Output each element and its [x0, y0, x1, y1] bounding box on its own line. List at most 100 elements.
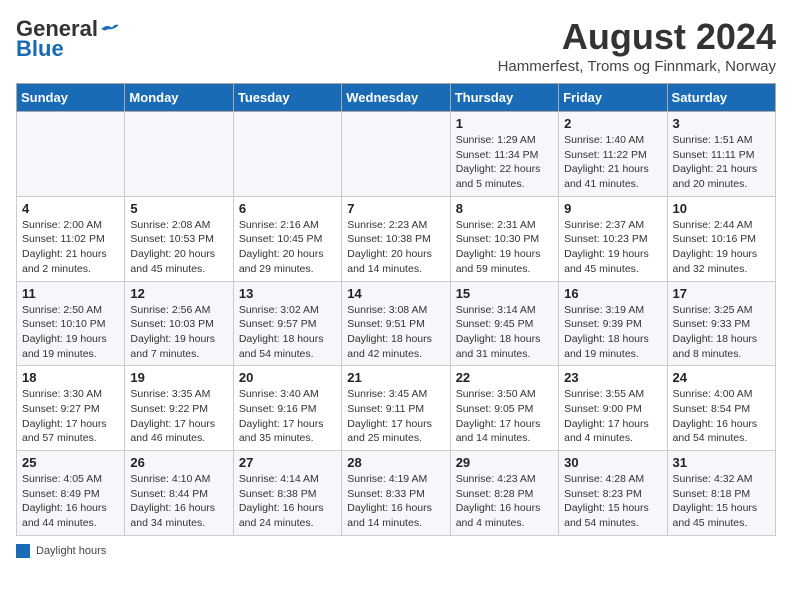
- logo: General Blue: [16, 16, 120, 62]
- week-row-4: 18 Sunrise: 3:30 AM Sunset: 9:27 PM Dayli…: [17, 366, 776, 451]
- day-info: Sunrise: 4:19 AM Sunset: 8:33 PM Dayligh…: [347, 472, 444, 531]
- day-number: 22: [456, 370, 553, 385]
- day-number: 10: [673, 201, 770, 216]
- day-number: 25: [22, 455, 119, 470]
- calendar-cell: 13Sunrise: 3:02 AM Sunset: 9:57 PM Dayli…: [233, 281, 341, 366]
- day-info: Sunrise: 3:19 AM Sunset: 9:39 PM Dayligh…: [564, 303, 661, 362]
- header-day-thursday: Thursday: [450, 84, 558, 112]
- calendar-cell: [342, 112, 450, 197]
- day-number: 24: [673, 370, 770, 385]
- logo-blue-text: Blue: [16, 36, 64, 62]
- day-info: Sunrise: 4:28 AM Sunset: 8:23 PM Dayligh…: [564, 472, 661, 531]
- title-area: August 2024 Hammerfest, Troms og Finnmar…: [498, 16, 776, 75]
- calendar-cell: [125, 112, 233, 197]
- day-info: Sunrise: 3:40 AM Sunset: 9:16 PM Dayligh…: [239, 387, 336, 446]
- footer: Daylight hours: [16, 544, 776, 558]
- calendar-cell: 25 Sunrise: 4:05 AM Sunset: 8:49 PM Dayli…: [17, 451, 125, 536]
- calendar-cell: 20 Sunrise: 3:40 AM Sunset: 9:16 PM Dayli…: [233, 366, 341, 451]
- calendar-cell: 9Sunrise: 2:37 AM Sunset: 10:23 PM Dayli…: [559, 196, 667, 281]
- day-info: Sunrise: 3:35 AM Sunset: 9:22 PM Dayligh…: [130, 387, 227, 446]
- day-info: Sunrise: 3:25 AM Sunset: 9:33 PM Dayligh…: [673, 303, 770, 362]
- day-number: 19: [130, 370, 227, 385]
- day-number: 7: [347, 201, 444, 216]
- header-row: SundayMondayTuesdayWednesdayThursdayFrid…: [17, 84, 776, 112]
- calendar-cell: 8 Sunrise: 2:31 AM Sunset: 10:30 PM Dayli…: [450, 196, 558, 281]
- calendar-cell: 21Sunrise: 3:45 AM Sunset: 9:11 PM Dayli…: [342, 366, 450, 451]
- day-number: 28: [347, 455, 444, 470]
- day-number: 29: [456, 455, 553, 470]
- day-info: Sunrise: 4:14 AM Sunset: 8:38 PM Dayligh…: [239, 472, 336, 531]
- calendar-cell: 14 Sunrise: 3:08 AM Sunset: 9:51 PM Dayli…: [342, 281, 450, 366]
- calendar-cell: 11 Sunrise: 2:50 AM Sunset: 10:10 PM Dayl…: [17, 281, 125, 366]
- calendar-cell: 27 Sunrise: 4:14 AM Sunset: 8:38 PM Dayli…: [233, 451, 341, 536]
- day-number: 6: [239, 201, 336, 216]
- calendar-cell: 28 Sunrise: 4:19 AM Sunset: 8:33 PM Dayli…: [342, 451, 450, 536]
- day-number: 2: [564, 116, 661, 131]
- calendar-cell: 7 Sunrise: 2:23 AM Sunset: 10:38 PM Dayli…: [342, 196, 450, 281]
- day-number: 31: [673, 455, 770, 470]
- day-info: Sunrise: 2:56 AM Sunset: 10:03 PM Daylig…: [130, 303, 227, 362]
- calendar-cell: 30Sunrise: 4:28 AM Sunset: 8:23 PM Dayli…: [559, 451, 667, 536]
- month-title: August 2024: [498, 16, 776, 58]
- day-number: 8: [456, 201, 553, 216]
- calendar-cell: 5 Sunrise: 2:08 AM Sunset: 10:53 PM Dayli…: [125, 196, 233, 281]
- day-number: 26: [130, 455, 227, 470]
- calendar-cell: 17Sunrise: 3:25 AM Sunset: 9:33 PM Dayli…: [667, 281, 775, 366]
- calendar-cell: 18 Sunrise: 3:30 AM Sunset: 9:27 PM Dayli…: [17, 366, 125, 451]
- day-info: Sunrise: 3:14 AM Sunset: 9:45 PM Dayligh…: [456, 303, 553, 362]
- day-number: 11: [22, 286, 119, 301]
- day-number: 15: [456, 286, 553, 301]
- calendar-cell: 6 Sunrise: 2:16 AM Sunset: 10:45 PM Dayli…: [233, 196, 341, 281]
- day-number: 16: [564, 286, 661, 301]
- calendar-cell: 3Sunrise: 1:51 AM Sunset: 11:11 PM Dayli…: [667, 112, 775, 197]
- day-info: Sunrise: 2:50 AM Sunset: 10:10 PM Daylig…: [22, 303, 119, 362]
- header-day-saturday: Saturday: [667, 84, 775, 112]
- calendar-cell: 10Sunrise: 2:44 AM Sunset: 10:16 PM Dayl…: [667, 196, 775, 281]
- calendar-cell: 12Sunrise: 2:56 AM Sunset: 10:03 PM Dayl…: [125, 281, 233, 366]
- day-info: Sunrise: 3:02 AM Sunset: 9:57 PM Dayligh…: [239, 303, 336, 362]
- day-number: 3: [673, 116, 770, 131]
- calendar-cell: 22 Sunrise: 3:50 AM Sunset: 9:05 PM Dayli…: [450, 366, 558, 451]
- day-number: 18: [22, 370, 119, 385]
- day-info: Sunrise: 4:23 AM Sunset: 8:28 PM Dayligh…: [456, 472, 553, 531]
- day-info: Sunrise: 2:08 AM Sunset: 10:53 PM Daylig…: [130, 218, 227, 277]
- day-info: Sunrise: 2:16 AM Sunset: 10:45 PM Daylig…: [239, 218, 336, 277]
- header-day-wednesday: Wednesday: [342, 84, 450, 112]
- calendar-cell: 24 Sunrise: 4:00 AM Sunset: 8:54 PM Dayli…: [667, 366, 775, 451]
- calendar-cell: 1 Sunrise: 1:29 AM Sunset: 11:34 PM Dayli…: [450, 112, 558, 197]
- day-info: Sunrise: 4:10 AM Sunset: 8:44 PM Dayligh…: [130, 472, 227, 531]
- day-number: 1: [456, 116, 553, 131]
- calendar-cell: 16 Sunrise: 3:19 AM Sunset: 9:39 PM Dayli…: [559, 281, 667, 366]
- week-row-2: 4 Sunrise: 2:00 AM Sunset: 11:02 PM Dayli…: [17, 196, 776, 281]
- day-info: Sunrise: 2:23 AM Sunset: 10:38 PM Daylig…: [347, 218, 444, 277]
- calendar-cell: 19 Sunrise: 3:35 AM Sunset: 9:22 PM Dayli…: [125, 366, 233, 451]
- calendar-cell: 23Sunrise: 3:55 AM Sunset: 9:00 PM Dayli…: [559, 366, 667, 451]
- day-number: 27: [239, 455, 336, 470]
- week-row-5: 25 Sunrise: 4:05 AM Sunset: 8:49 PM Dayli…: [17, 451, 776, 536]
- week-row-1: 1 Sunrise: 1:29 AM Sunset: 11:34 PM Dayli…: [17, 112, 776, 197]
- day-info: Sunrise: 3:50 AM Sunset: 9:05 PM Dayligh…: [456, 387, 553, 446]
- day-info: Sunrise: 4:32 AM Sunset: 8:18 PM Dayligh…: [673, 472, 770, 531]
- day-info: Sunrise: 3:08 AM Sunset: 9:51 PM Dayligh…: [347, 303, 444, 362]
- calendar-cell: 29 Sunrise: 4:23 AM Sunset: 8:28 PM Dayli…: [450, 451, 558, 536]
- calendar-table: SundayMondayTuesdayWednesdayThursdayFrid…: [16, 83, 776, 536]
- subtitle: Hammerfest, Troms og Finnmark, Norway: [498, 58, 776, 75]
- day-number: 14: [347, 286, 444, 301]
- calendar-cell: [17, 112, 125, 197]
- header-day-monday: Monday: [125, 84, 233, 112]
- day-number: 20: [239, 370, 336, 385]
- header-day-sunday: Sunday: [17, 84, 125, 112]
- day-number: 5: [130, 201, 227, 216]
- header: General Blue August 2024 Hammerfest, Tro…: [16, 16, 776, 75]
- day-number: 9: [564, 201, 661, 216]
- day-number: 4: [22, 201, 119, 216]
- day-info: Sunrise: 1:29 AM Sunset: 11:34 PM Daylig…: [456, 133, 553, 192]
- day-info: Sunrise: 2:00 AM Sunset: 11:02 PM Daylig…: [22, 218, 119, 277]
- logo-bird-icon: [100, 19, 120, 39]
- day-info: Sunrise: 4:00 AM Sunset: 8:54 PM Dayligh…: [673, 387, 770, 446]
- week-row-3: 11 Sunrise: 2:50 AM Sunset: 10:10 PM Dayl…: [17, 281, 776, 366]
- day-info: Sunrise: 2:31 AM Sunset: 10:30 PM Daylig…: [456, 218, 553, 277]
- footer-label: Daylight hours: [36, 545, 106, 557]
- day-info: Sunrise: 3:30 AM Sunset: 9:27 PM Dayligh…: [22, 387, 119, 446]
- day-info: Sunrise: 4:05 AM Sunset: 8:49 PM Dayligh…: [22, 472, 119, 531]
